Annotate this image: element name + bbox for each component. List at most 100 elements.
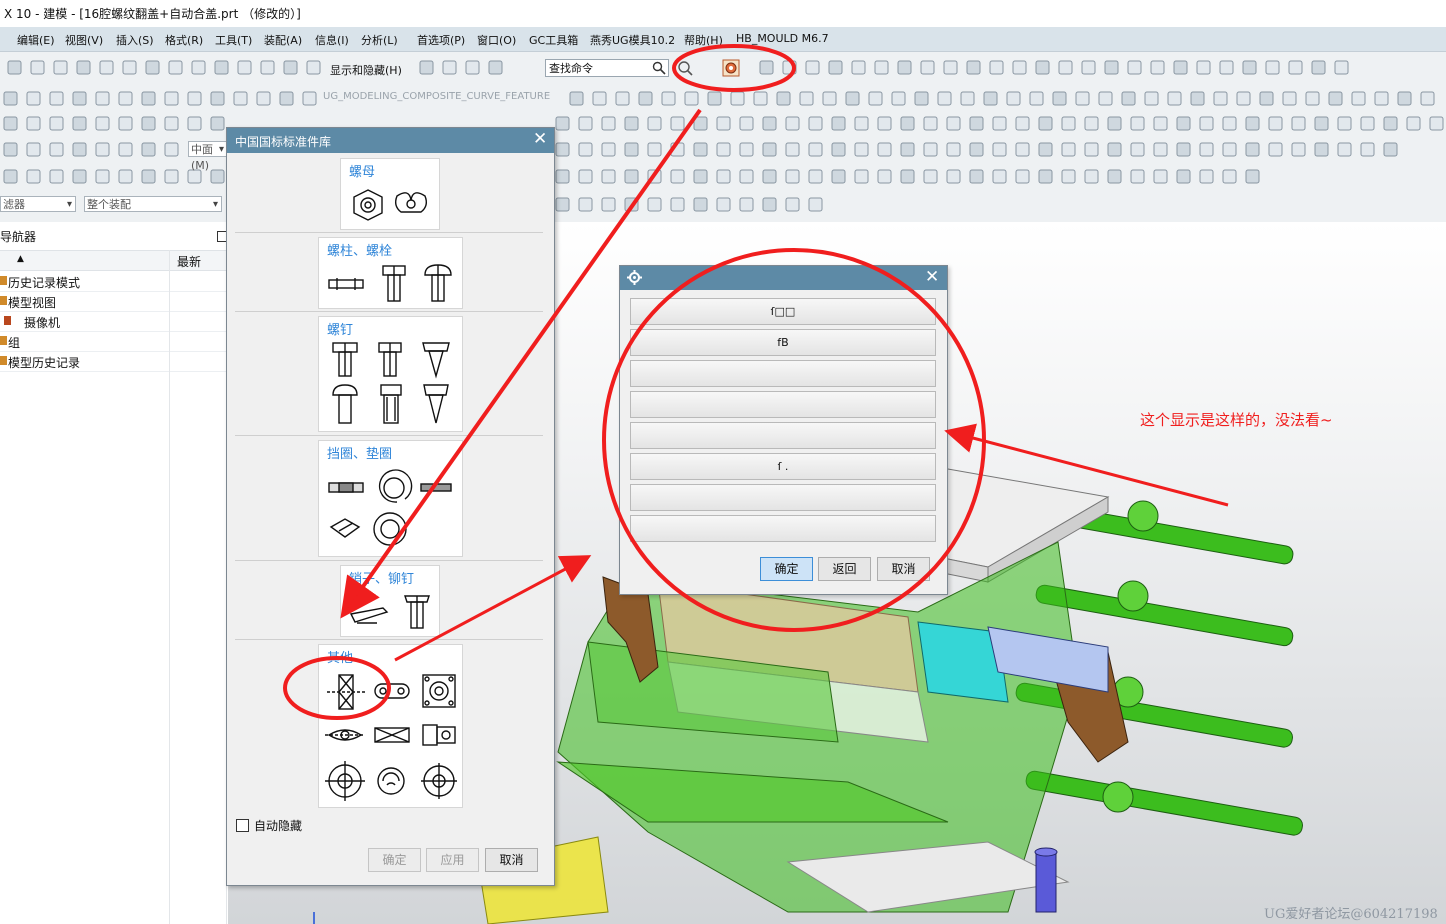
toolbar-icon[interactable]: [716, 169, 731, 184]
toolbar-icon[interactable]: [759, 60, 774, 75]
toolbar-icon[interactable]: [465, 60, 480, 75]
toolbar-icon[interactable]: [1420, 91, 1435, 106]
toolbar-icon[interactable]: [279, 91, 294, 106]
toolbar-icon[interactable]: [716, 142, 731, 157]
toolbar-icon[interactable]: [168, 60, 183, 75]
toolbar-icon[interactable]: [1242, 60, 1257, 75]
toolbar-icon[interactable]: [831, 142, 846, 157]
toolbar-icon[interactable]: [822, 91, 837, 106]
toolbar-icon[interactable]: [1314, 116, 1329, 131]
toolbar-icon[interactable]: [1360, 116, 1375, 131]
option-button-2[interactable]: fB: [630, 329, 936, 356]
toolbar-icon[interactable]: [1199, 142, 1214, 157]
ok-button[interactable]: 确定: [760, 557, 813, 581]
toolbar-icon[interactable]: [1029, 91, 1044, 106]
toolbar-icon[interactable]: [923, 142, 938, 157]
toolbar-icon[interactable]: [95, 169, 110, 184]
toolbar-icon[interactable]: [95, 116, 110, 131]
toolbar-icon[interactable]: [1015, 116, 1030, 131]
category-card-others[interactable]: 其他: [318, 644, 463, 808]
toolbar-icon[interactable]: [1130, 169, 1145, 184]
toolbar-icon[interactable]: [808, 197, 823, 212]
toolbar-icon[interactable]: [187, 116, 202, 131]
toolbar-icon[interactable]: [1196, 60, 1211, 75]
toolbar-icon[interactable]: [141, 142, 156, 157]
toolbar-icon[interactable]: [900, 169, 915, 184]
toolbar-icon[interactable]: [624, 197, 639, 212]
auto-hide-checkbox[interactable]: [236, 819, 249, 832]
toolbar-icon[interactable]: [624, 142, 639, 157]
toolbar-icon[interactable]: [897, 60, 912, 75]
toolbar-icon[interactable]: [805, 60, 820, 75]
toolbar-icon[interactable]: [670, 116, 685, 131]
toolbar-icon[interactable]: [1268, 142, 1283, 157]
toolbar-icon[interactable]: [670, 169, 685, 184]
toolbar-icon[interactable]: [943, 60, 958, 75]
toolbar-icon[interactable]: [1406, 116, 1421, 131]
toolbar-icon[interactable]: [638, 91, 653, 106]
toolbar-icon[interactable]: [1038, 142, 1053, 157]
toolbar-icon[interactable]: [260, 60, 275, 75]
toolbar-icon[interactable]: [776, 91, 791, 106]
toolbar-icon[interactable]: [1176, 169, 1191, 184]
toolbar-icon[interactable]: [1107, 142, 1122, 157]
toolbar-icon[interactable]: [1153, 116, 1168, 131]
toolbar-icon[interactable]: [1061, 142, 1076, 157]
toolbar-icon[interactable]: [808, 142, 823, 157]
toolbar-icon[interactable]: [739, 197, 754, 212]
toolbar-icon[interactable]: [900, 116, 915, 131]
toolbar-icon[interactable]: [851, 60, 866, 75]
toolbar-icon[interactable]: [1061, 116, 1076, 131]
category-card-studs-bolts[interactable]: 螺柱、螺栓: [318, 237, 463, 309]
toolbar-icon[interactable]: [670, 197, 685, 212]
toolbar-icon[interactable]: [1121, 91, 1136, 106]
toolbar-icon[interactable]: [210, 116, 225, 131]
toolbar-icon[interactable]: [141, 116, 156, 131]
toolbar-icon[interactable]: [624, 116, 639, 131]
toolbar-icon[interactable]: [946, 116, 961, 131]
nav-item-model-views[interactable]: 模型视图: [0, 291, 228, 312]
toolbar-icon[interactable]: [302, 91, 317, 106]
toolbar-icon[interactable]: [1006, 91, 1021, 106]
toolbar-icon[interactable]: [900, 142, 915, 157]
column-recent[interactable]: 最新: [177, 253, 201, 270]
toolbar-icon[interactable]: [601, 169, 616, 184]
toolbar-icon[interactable]: [1305, 91, 1320, 106]
toolbar-icon[interactable]: [1104, 60, 1119, 75]
toolbar-icon[interactable]: [592, 91, 607, 106]
toolbar-icon[interactable]: [670, 142, 685, 157]
toolbar-icon[interactable]: [118, 142, 133, 157]
toolbar-icon[interactable]: [1127, 60, 1142, 75]
toolbar-icon[interactable]: [647, 169, 662, 184]
toolbar-icon[interactable]: [1107, 169, 1122, 184]
toolbar-icon[interactable]: [1098, 91, 1113, 106]
toolbar-icon[interactable]: [1222, 116, 1237, 131]
toolbar-icon[interactable]: [730, 91, 745, 106]
nav-item-cameras[interactable]: 摄像机: [0, 311, 228, 332]
toolbar-icon[interactable]: [233, 91, 248, 106]
toolbar-icon[interactable]: [601, 116, 616, 131]
toolbar-icon[interactable]: [26, 142, 41, 157]
toolbar-icon[interactable]: [1150, 60, 1165, 75]
toolbar-icon[interactable]: [214, 60, 229, 75]
toolbar-icon[interactable]: [693, 197, 708, 212]
option-button-7[interactable]: [630, 484, 936, 511]
option-button-8[interactable]: [630, 515, 936, 542]
toolbar-icon[interactable]: [1144, 91, 1159, 106]
toolbar-icon[interactable]: [3, 116, 18, 131]
toolbar-icon[interactable]: [966, 60, 981, 75]
toolbar-icon[interactable]: [164, 142, 179, 157]
toolbar-icon[interactable]: [1337, 116, 1352, 131]
toolbar-icon[interactable]: [828, 60, 843, 75]
toolbar-icon[interactable]: [1199, 169, 1214, 184]
toolbar-icon[interactable]: [3, 169, 18, 184]
cancel-button[interactable]: 取消: [877, 557, 930, 581]
toolbar-icon[interactable]: [1052, 91, 1067, 106]
toolbar-icon[interactable]: [256, 91, 271, 106]
toolbar-icon[interactable]: [914, 91, 929, 106]
toolbar-icon[interactable]: [739, 142, 754, 157]
toolbar-icon[interactable]: [141, 169, 156, 184]
nav-item-model-history[interactable]: 模型历史记录: [0, 351, 228, 372]
category-card-rings-washers[interactable]: 挡圈、垫圈: [318, 440, 463, 557]
toolbar-icon[interactable]: [785, 197, 800, 212]
